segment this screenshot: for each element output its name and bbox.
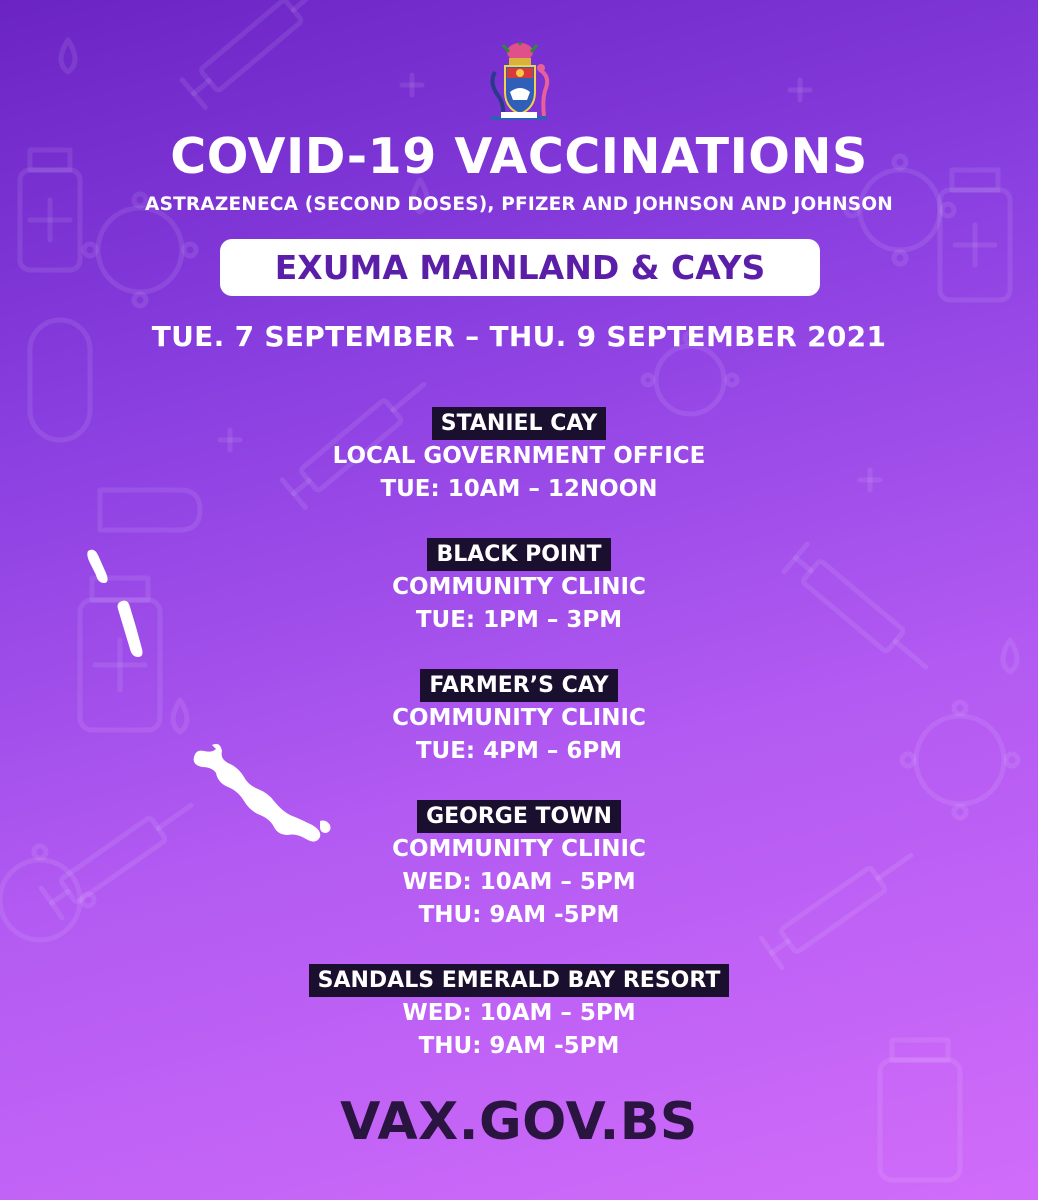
date-range: TUE. 7 SEPTEMBER – THU. 9 SEPTEMBER 2021 [151, 320, 887, 353]
location-hours: WED: 10AM – 5PM [402, 869, 636, 895]
location-hours: THU: 9AM -5PM [418, 902, 620, 928]
region-label: EXUMA MAINLAND & CAYS [274, 248, 766, 287]
location-name: GEORGE TOWN [417, 800, 621, 833]
website-url: VAX.GOV.BS [340, 1092, 698, 1152]
location-hours: THU: 9AM -5PM [418, 1033, 620, 1059]
location-hours: TUE: 10AM – 12NOON [380, 476, 658, 502]
location-name: STANIEL CAY [431, 407, 607, 440]
location-name: BLACK POINT [427, 538, 611, 571]
location-venue: LOCAL GOVERNMENT OFFICE [332, 443, 706, 469]
location-hours: WED: 10AM – 5PM [402, 1000, 636, 1026]
location-block: STANIEL CAY LOCAL GOVERNMENT OFFICE TUE:… [0, 407, 1038, 506]
location-name: SANDALS EMERALD BAY RESORT [308, 964, 730, 997]
region-badge: EXUMA MAINLAND & CAYS [220, 239, 820, 296]
bahamas-coat-of-arms [490, 42, 550, 121]
vaccine-types-subtitle: ASTRAZENECA (SECOND DOSES), PFIZER AND J… [145, 194, 893, 215]
vaccination-poster: COVID-19 VACCINATIONS ASTRAZENECA (SECON… [0, 0, 1038, 1200]
exuma-islands-map [87, 549, 331, 842]
location-block: SANDALS EMERALD BAY RESORT WED: 10AM – 5… [0, 964, 1038, 1063]
location-name: FARMER’S CAY [420, 669, 618, 702]
page-title: COVID-19 VACCINATIONS [170, 128, 868, 185]
